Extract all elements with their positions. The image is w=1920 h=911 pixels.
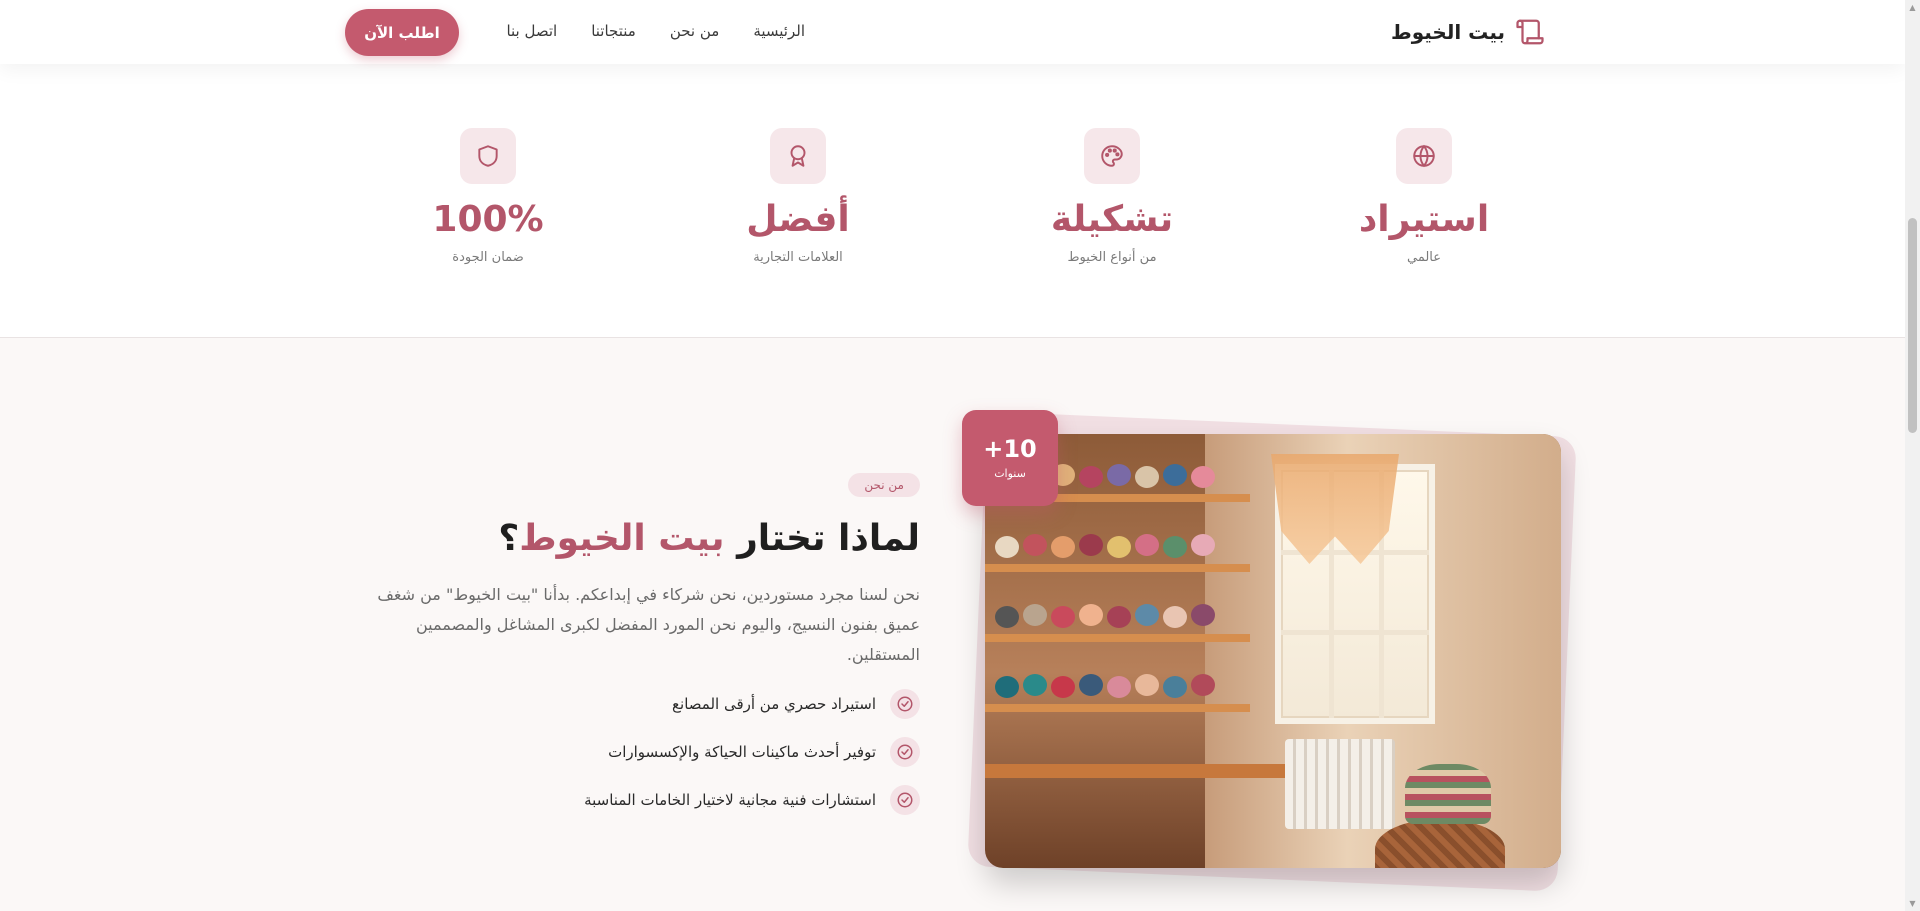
brand-name: بيت الخيوط: [1390, 20, 1505, 44]
scroll-icon: [1516, 19, 1544, 45]
title-accent: بيت الخيوط: [519, 518, 725, 559]
page-scrollbar[interactable]: ▲ ▼: [1905, 0, 1920, 911]
feature-text: استشارات فنية مجانية لاختيار الخامات الم…: [584, 791, 876, 809]
about-description: نحن لسنا مجرد مستوردين، نحن شركاء في إبد…: [377, 585, 920, 664]
stats-section: استيراد عالمي تشكيلة من أنواع الخيوط أفض…: [0, 64, 1905, 338]
years-badge: +10 سنوات: [962, 410, 1058, 506]
award-icon: [790, 145, 806, 167]
stat-icon-box: [460, 128, 516, 184]
globe-icon: [1413, 144, 1435, 168]
image-knit-hat: [1405, 764, 1491, 824]
title-prefix: لماذا تختار: [737, 518, 920, 559]
title-suffix: ؟: [498, 518, 520, 559]
scroll-thumb[interactable]: [1908, 218, 1917, 433]
stat-value: 100%: [432, 199, 544, 240]
list-item: استشارات فنية مجانية لاختيار الخامات الم…: [584, 784, 920, 816]
section-tag: من نحن: [848, 473, 920, 497]
list-item: توفير أحدث ماكينات الحياكة والإكسسوارات: [584, 736, 920, 768]
stat-icon-box: [770, 128, 826, 184]
nav-about[interactable]: من نحن: [670, 22, 720, 40]
stat-item: استيراد عالمي: [1314, 128, 1534, 265]
stat-item: تشكيلة من أنواع الخيوط: [1002, 128, 1222, 265]
features-list: استيراد حصري من أرقى المصانع توفير أحدث …: [584, 688, 920, 832]
stat-label: عالمي: [1406, 249, 1442, 265]
stat-item: 100% ضمان الجودة: [378, 128, 598, 265]
check-circle-icon: [890, 737, 920, 767]
scroll-up-arrow-icon[interactable]: ▲: [1908, 3, 1917, 12]
stat-item: أفضل العلامات التجارية: [688, 128, 908, 265]
feature-text: استيراد حصري من أرقى المصانع: [672, 695, 876, 713]
stat-value: تشكيلة: [1050, 199, 1174, 240]
stat-icon-box: [1396, 128, 1452, 184]
stat-label: من أنواع الخيوط: [1067, 249, 1157, 265]
site-header: بيت الخيوط الرئيسية من نحن منتجاتنا اتصل…: [0, 0, 1905, 64]
nav-home[interactable]: الرئيسية: [753, 22, 805, 40]
scroll-down-arrow-icon[interactable]: ▼: [1908, 899, 1917, 908]
badge-label: سنوات: [994, 466, 1026, 480]
page: بيت الخيوط الرئيسية من نحن منتجاتنا اتصل…: [0, 0, 1905, 911]
brand[interactable]: بيت الخيوط: [1391, 17, 1545, 47]
nav-products[interactable]: منتجاتنا: [591, 22, 636, 40]
image-desk: [985, 764, 1285, 778]
main-nav: الرئيسية من نحن منتجاتنا اتصل بنا: [506, 22, 805, 40]
image-radiator: [1285, 739, 1395, 829]
stat-label: ضمان الجودة: [452, 249, 524, 265]
order-now-button[interactable]: اطلب الآن: [345, 9, 459, 56]
about-section: من نحن لماذا تختار بيت الخيوط؟ نحن لسنا …: [0, 338, 1905, 911]
stat-icon-box: [1084, 128, 1140, 184]
nav-contact[interactable]: اتصل بنا: [506, 22, 557, 40]
stat-label: العلامات التجارية: [753, 249, 843, 265]
stat-value: استيراد: [1358, 199, 1490, 240]
about-image-frame: [967, 411, 1577, 892]
check-circle-icon: [890, 785, 920, 815]
badge-value: +10: [983, 434, 1037, 463]
about-title: لماذا تختار بيت الخيوط؟: [498, 518, 920, 559]
stat-value: أفضل: [746, 199, 850, 240]
list-item: استيراد حصري من أرقى المصانع: [584, 688, 920, 720]
check-circle-icon: [890, 689, 920, 719]
yarn-shop-image: [985, 434, 1561, 868]
feature-text: توفير أحدث ماكينات الحياكة والإكسسوارات: [608, 743, 876, 761]
palette-icon: [1101, 145, 1123, 167]
shield-icon: [478, 145, 498, 167]
